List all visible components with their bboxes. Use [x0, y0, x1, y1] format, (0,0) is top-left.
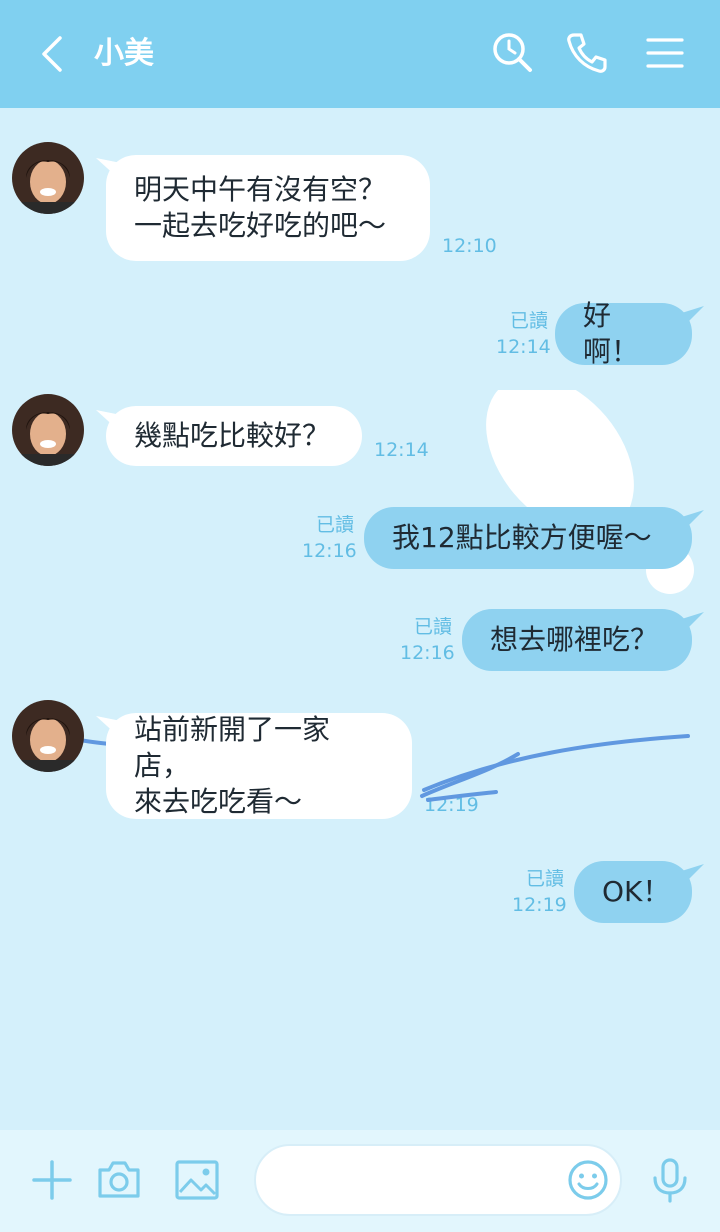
- emoji-icon: [568, 1160, 608, 1200]
- message-time: 12:16: [302, 540, 357, 562]
- avatar[interactable]: [12, 394, 84, 466]
- chat-title: 小美: [94, 36, 154, 71]
- search-button[interactable]: [490, 30, 536, 76]
- back-icon: [42, 36, 62, 72]
- message-bubble[interactable]: 我12點比較方便喔～: [364, 507, 692, 569]
- message-time: 12:14: [374, 439, 429, 461]
- message-status: 已讀 12:19: [512, 866, 567, 918]
- chat-header: 小美: [0, 0, 720, 108]
- composer-bar: [0, 1130, 720, 1232]
- message-text: OK！: [602, 875, 671, 908]
- message-time: 12:16: [400, 642, 455, 664]
- emoji-button[interactable]: [566, 1158, 610, 1202]
- avatar[interactable]: [12, 142, 84, 214]
- message-status: 已讀 12:16: [400, 614, 455, 666]
- message-input-box[interactable]: [254, 1144, 622, 1216]
- message-text: 我12點比較方便喔～: [392, 521, 652, 554]
- plus-icon: [32, 1160, 72, 1200]
- message-text: 想去哪裡吃？: [490, 623, 659, 656]
- read-receipt: 已讀: [413, 616, 452, 638]
- search-icon: [493, 33, 532, 72]
- message-bubble[interactable]: 好啊！: [555, 299, 692, 368]
- message-time: 12:19: [512, 894, 567, 916]
- read-receipt: 已讀: [315, 514, 354, 536]
- message-status: 已讀 12:14: [496, 308, 551, 360]
- phone-icon: [567, 33, 607, 73]
- call-button[interactable]: [564, 30, 610, 76]
- message-time: 12:14: [496, 336, 551, 358]
- avatar[interactable]: [12, 700, 84, 772]
- microphone-icon: [653, 1158, 687, 1203]
- voice-button[interactable]: [648, 1156, 692, 1204]
- message-bubble[interactable]: OK！: [574, 861, 692, 923]
- message-text: 站前新開了一家店， 來去吃吃看～: [134, 713, 331, 818]
- message-input[interactable]: [276, 1158, 560, 1204]
- message-status: 已讀 12:16: [302, 512, 357, 564]
- read-receipt: 已讀: [509, 310, 548, 332]
- message-text: 好啊！: [583, 299, 640, 368]
- message-text: 明天中午有沒有空？ 一起去吃好吃的吧～: [134, 173, 387, 242]
- message-bubble[interactable]: 幾點吃比較好？: [106, 406, 362, 466]
- image-button[interactable]: [174, 1158, 220, 1202]
- message-bubble[interactable]: 想去哪裡吃？: [462, 609, 692, 671]
- menu-button[interactable]: [642, 30, 688, 76]
- image-icon: [175, 1160, 219, 1200]
- message-text: 幾點吃比較好？: [134, 419, 331, 452]
- read-receipt: 已讀: [525, 868, 564, 890]
- message-bubble[interactable]: 明天中午有沒有空？ 一起去吃好吃的吧～: [106, 155, 430, 261]
- camera-button[interactable]: [96, 1156, 142, 1202]
- back-button[interactable]: [34, 34, 74, 74]
- menu-icon: [646, 38, 684, 68]
- add-button[interactable]: [30, 1158, 74, 1202]
- camera-icon: [98, 1161, 140, 1198]
- message-time: 12:19: [424, 794, 479, 816]
- message-time: 12:10: [442, 235, 497, 257]
- message-bubble[interactable]: 站前新開了一家店， 來去吃吃看～: [106, 713, 412, 819]
